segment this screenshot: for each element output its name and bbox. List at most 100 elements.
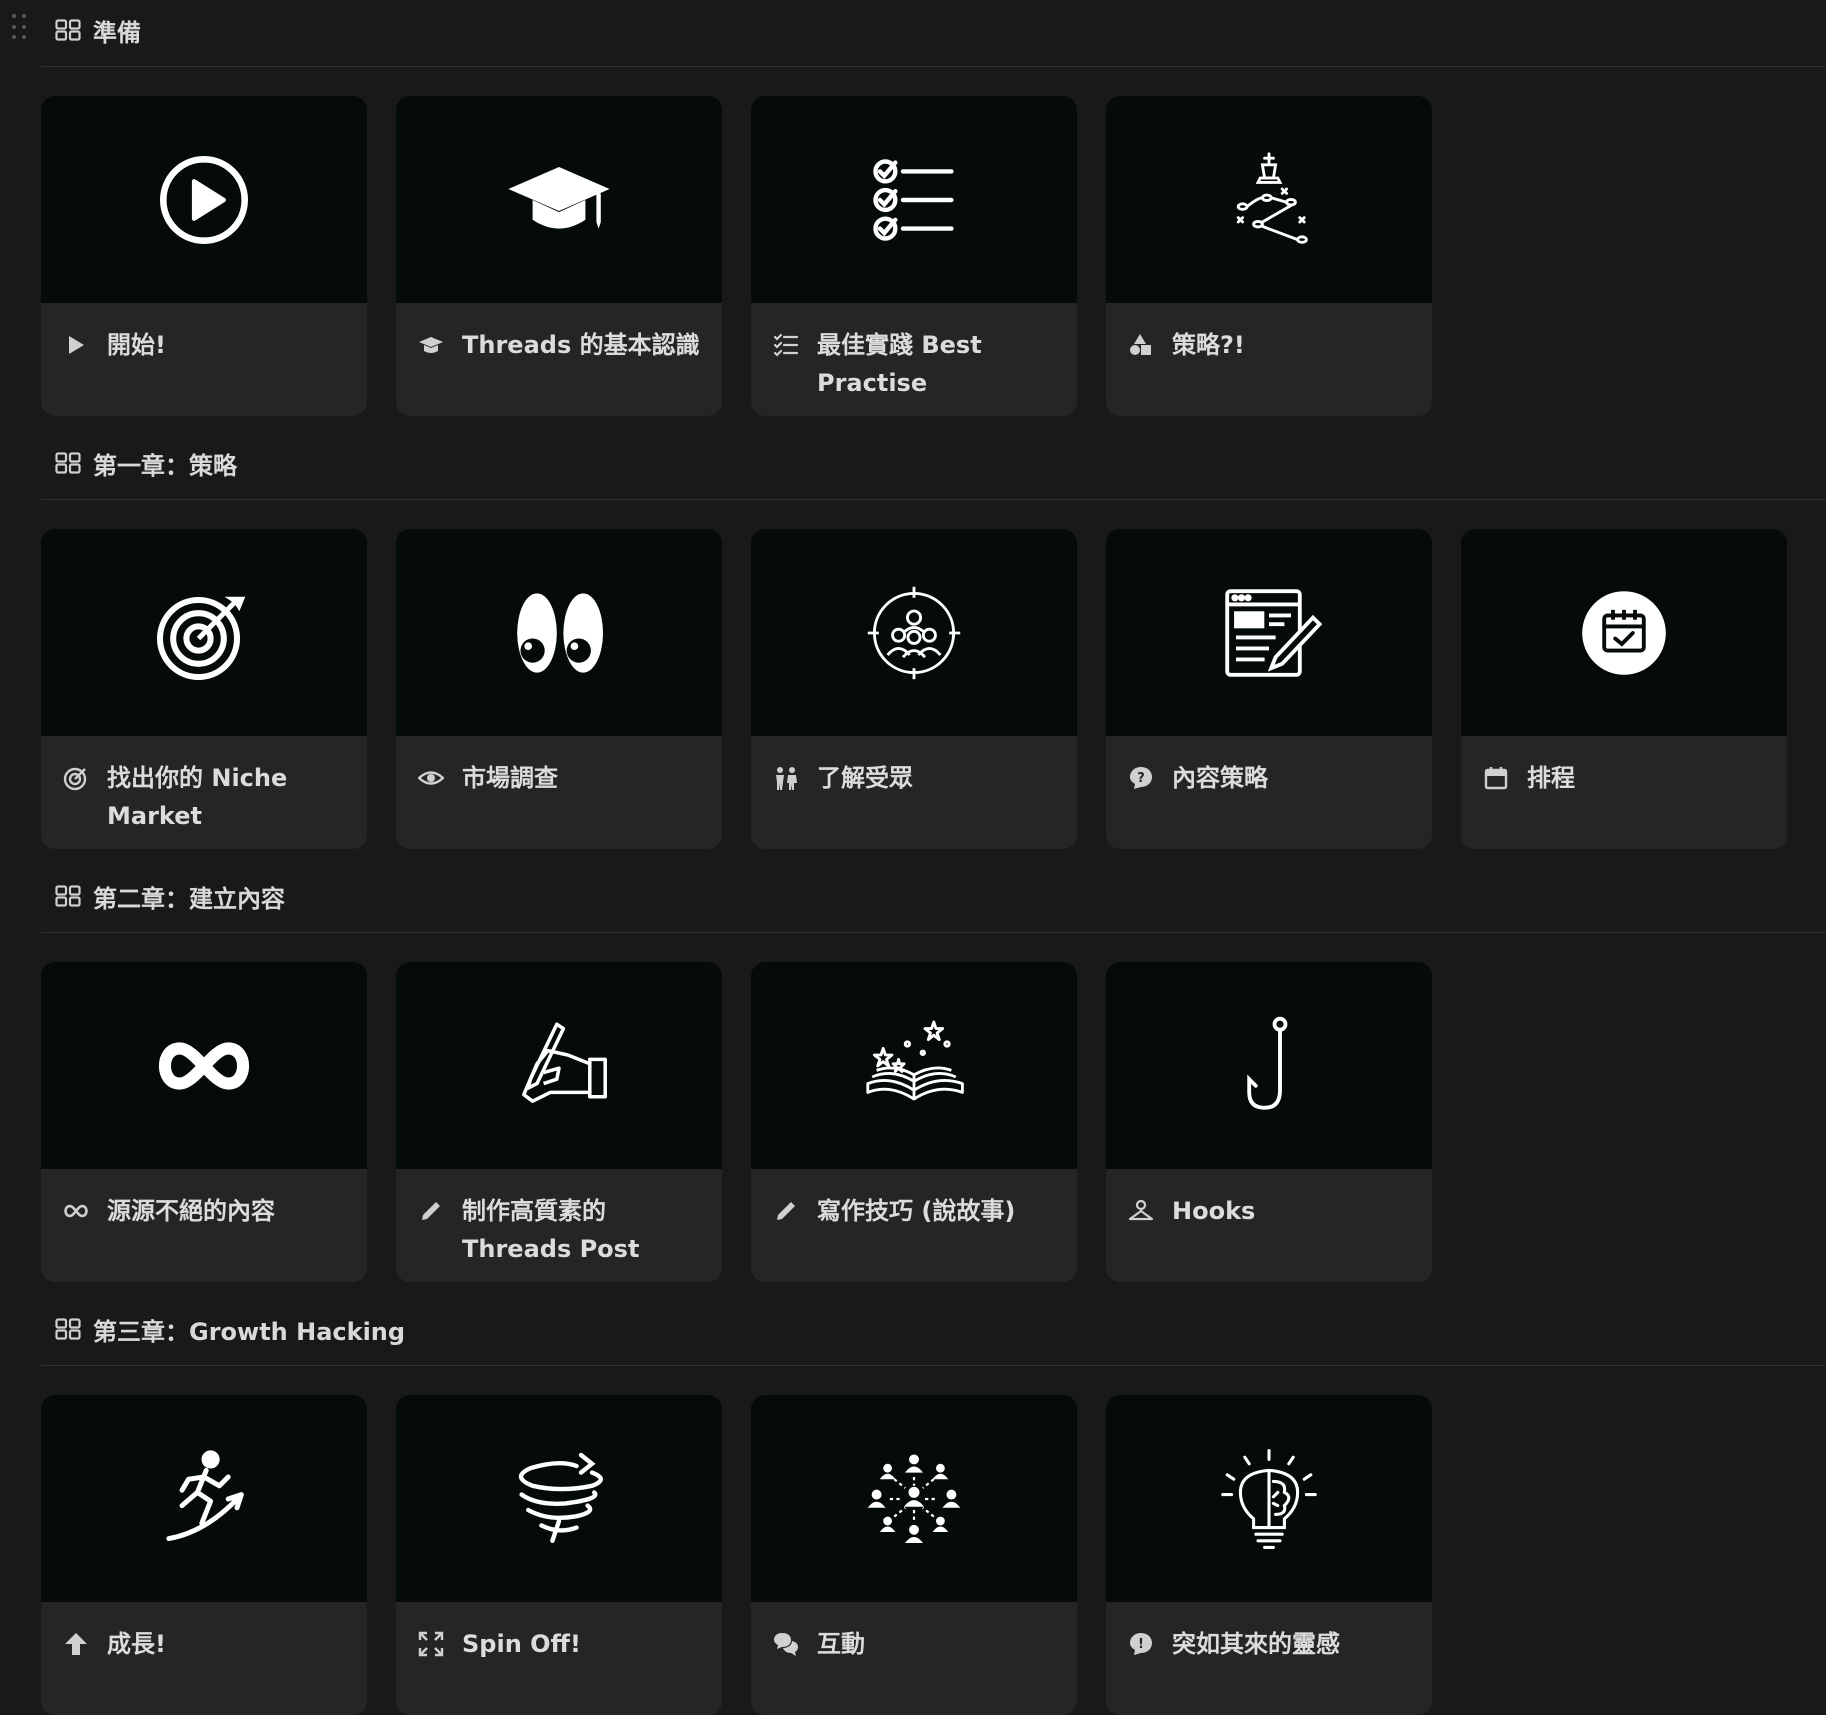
drag-handle-icon[interactable]: [12, 14, 28, 42]
chat-bubbles-icon: [774, 1633, 798, 1656]
target-arrow-icon: [156, 596, 246, 680]
card-label: 策略?!: [1172, 331, 1245, 359]
shapes-icon: [1130, 334, 1151, 355]
lightbulb-brain-icon: [1221, 1448, 1317, 1549]
card-start[interactable]: 開始!: [41, 96, 367, 416]
play-circle-icon: [160, 155, 248, 244]
hanger-icon: [1128, 1199, 1154, 1221]
eye-icon: [418, 771, 444, 785]
card-label: 最佳實踐 Best Practise: [817, 331, 982, 397]
question-bubble-icon: ?: [1130, 767, 1152, 789]
card-endless-content[interactable]: 源源不絕的內容: [41, 962, 367, 1282]
section-divider: [41, 66, 1826, 67]
hand-writing-icon: [522, 1021, 607, 1103]
card-label: 市場調查: [462, 764, 558, 792]
card-strategy[interactable]: 策略?!: [1106, 96, 1432, 416]
card-hooks[interactable]: Hooks: [1106, 962, 1432, 1282]
card-cover: [1461, 529, 1787, 736]
section-chapter-1: 第一章：策略 找出你的 Niche Market 市場調查 了解受眾 ? 內容策…: [41, 437, 1826, 849]
card-label: 排程: [1527, 764, 1575, 792]
card-label: 制作高質素的 Threads Post: [462, 1197, 640, 1263]
checklist-icon: [873, 158, 954, 241]
spiral-arrow-icon: [518, 1452, 603, 1543]
calendar-icon: [1484, 767, 1508, 790]
card-cover: [751, 529, 1077, 736]
card-cover: [396, 529, 722, 736]
card-label: 內容策略: [1172, 764, 1268, 792]
card-cover: [41, 962, 367, 1169]
card-best-practise[interactable]: 最佳實踐 Best Practise: [751, 96, 1077, 416]
card-label: 找出你的 Niche Market: [107, 764, 288, 830]
runner-uphill-icon: [166, 1449, 244, 1541]
card-growth[interactable]: 成長!: [41, 1395, 367, 1715]
card-cover: [41, 529, 367, 736]
gallery-view-icon: [55, 885, 81, 907]
target-small-icon: [63, 767, 87, 791]
card-cover: [396, 962, 722, 1169]
network-people-icon: [867, 1453, 961, 1543]
section-title: 第一章：策略: [93, 451, 237, 480]
card-quality-post[interactable]: 制作高質素的 Threads Post: [396, 962, 722, 1282]
arrow-up-icon: [65, 1633, 87, 1655]
card-cover: [1106, 529, 1432, 736]
card-cover: [41, 1395, 367, 1602]
pencil-icon: [422, 1202, 440, 1220]
card-cover: [1106, 962, 1432, 1169]
card-cover: [396, 96, 722, 303]
infinity-small-icon: [64, 1204, 88, 1218]
svg-text:!: !: [1138, 1637, 1144, 1652]
gallery-view-icon: [55, 1318, 81, 1340]
card-content-strategy[interactable]: ? 內容策略: [1106, 529, 1432, 849]
audience-target-icon: [867, 586, 961, 679]
card-label: 開始!: [107, 331, 166, 359]
card-engagement[interactable]: 互動: [751, 1395, 1077, 1715]
card-label: 互動: [817, 1630, 865, 1658]
card-cover: [1106, 1395, 1432, 1602]
section-divider: [41, 499, 1826, 500]
section-header[interactable]: 第二章：建立內容: [41, 870, 1826, 922]
svg-text:?: ?: [1137, 771, 1145, 786]
gallery-view-icon: [55, 19, 81, 41]
section-header[interactable]: 第一章：策略: [41, 437, 1826, 489]
graduation-cap-small-icon: [419, 337, 443, 353]
card-label: 寫作技巧 (說故事): [817, 1197, 1016, 1225]
checklist-small-icon: [773, 333, 799, 357]
card-cover: [751, 962, 1077, 1169]
eyes-icon: [517, 592, 603, 673]
card-label: Threads 的基本認識: [462, 331, 700, 359]
card-audience[interactable]: 了解受眾: [751, 529, 1077, 849]
card-schedule[interactable]: 排程: [1461, 529, 1787, 849]
exclamation-bubble-icon: !: [1130, 1633, 1152, 1655]
fish-hook-icon: [1247, 1016, 1288, 1110]
pencil-icon: [777, 1202, 795, 1220]
card-market-research[interactable]: 市場調查: [396, 529, 722, 849]
card-label: 突如其來的靈感: [1172, 1630, 1340, 1658]
play-icon: [69, 336, 84, 354]
card-label: Hooks: [1172, 1197, 1256, 1225]
section-header[interactable]: 準備: [41, 4, 1826, 56]
card-niche-market[interactable]: 找出你的 Niche Market: [41, 529, 367, 849]
chess-strategy-icon: [1236, 151, 1308, 244]
calendar-check-icon: [1582, 590, 1666, 675]
card-spin-off[interactable]: Spin Off!: [396, 1395, 722, 1715]
section-title: 第三章：Growth Hacking: [93, 1317, 406, 1346]
section-divider: [41, 932, 1826, 933]
infinity-icon: [159, 1041, 249, 1090]
section-chapter-2: 第二章：建立內容 源源不絕的內容 制作高質素的 Threads Post 寫作技…: [41, 870, 1826, 1282]
section-title: 第二章：建立內容: [93, 884, 285, 913]
card-cover: [41, 96, 367, 303]
card-cover: [751, 1395, 1077, 1602]
graduation-cap-icon: [508, 166, 610, 229]
card-threads-basics[interactable]: Threads 的基本認識: [396, 96, 722, 416]
card-sudden-inspiration[interactable]: ! 突如其來的靈感: [1106, 1395, 1432, 1715]
gallery-view-icon: [55, 452, 81, 474]
card-cover: [1106, 96, 1432, 303]
section-header[interactable]: 第三章：Growth Hacking: [41, 1303, 1826, 1355]
card-writing-skills[interactable]: 寫作技巧 (說故事): [751, 962, 1077, 1282]
card-cover: [751, 96, 1077, 303]
card-label: Spin Off!: [462, 1630, 581, 1658]
section-prep: 準備 開始! Threads 的基本認識 最佳實踐 Best Practise …: [41, 4, 1826, 416]
magic-book-icon: [866, 1020, 964, 1100]
card-label: 成長!: [107, 1630, 166, 1658]
people-icon: [776, 767, 797, 790]
